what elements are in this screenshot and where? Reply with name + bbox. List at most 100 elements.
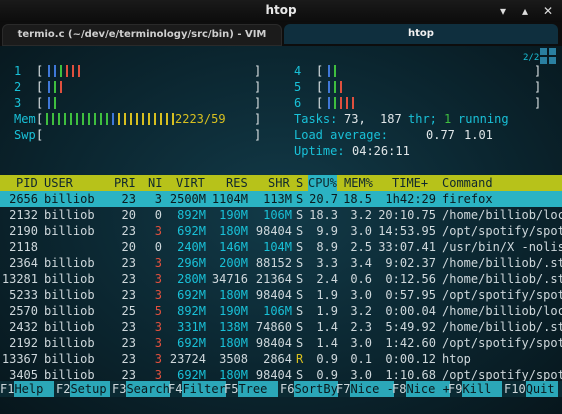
col-header-ni[interactable]: NI — [148, 175, 162, 191]
cpu-3-bar — [44, 95, 104, 111]
terminal-area[interactable]: 2/2 1 2 3 [ [ [ ] ] ] 4 5 6 [[[]]] … — [0, 46, 562, 414]
cell-mem: 3.2 — [350, 208, 372, 222]
cell-res: 190M — [219, 208, 248, 222]
cell-state: S — [296, 208, 304, 222]
col-header-s[interactable]: S — [296, 175, 303, 191]
cell-mem: 3.2 — [350, 304, 372, 318]
cpu-2-label: 2 — [14, 80, 22, 94]
tab-vim[interactable]: termio.c (~/dev/e/terminology/src/bin) -… — [2, 24, 282, 46]
cell-ni: 3 — [154, 288, 162, 302]
cell-user: billiob — [44, 352, 95, 366]
cell-mem: 3.0 — [350, 288, 372, 302]
table-row[interactable]: 2656 billiob 23 3 2500M 1104M 113M S 20.7 18.5 1h4… — [0, 191, 562, 207]
fkey-key: F7 — [336, 382, 351, 396]
cpu-1-bracket-close: ] — [254, 64, 262, 78]
cpu-1-bar — [44, 63, 104, 79]
fkey-label: Nice - — [350, 381, 394, 397]
col-header-pri[interactable]: PRI — [114, 175, 136, 191]
table-row[interactable]: 2570 billiob 25 5 892M 190M 106M S 1.9 3.2 0:00.04… — [0, 303, 562, 319]
cell-state: S — [296, 224, 304, 238]
table-row[interactable]: 13367 billiob 23 3 23724 3508 2864 R 0.9 0.1 0:00.… — [0, 351, 562, 367]
col-header-time[interactable]: TIME+ — [392, 175, 428, 191]
cell-command: /opt/spotify/spot — [442, 224, 562, 238]
cell-cpu: 1.9 — [316, 304, 338, 318]
window-title: htop — [265, 3, 297, 17]
cell-shr: 106M — [263, 304, 292, 318]
cell-mem: 3.0 — [350, 336, 372, 350]
col-header-virt[interactable]: VIRT — [176, 175, 205, 191]
table-row[interactable]: 2118 20 0 240M 146M 104M S 8.9 2.5 33:07.41/usr/b… — [0, 239, 562, 255]
tab-htop[interactable]: htop — [284, 24, 558, 44]
cell-time: 0:12.56 — [385, 272, 436, 286]
fkey-setup[interactable]: F2Setup — [56, 381, 111, 397]
process-table-header[interactable]: PID USER PRI NI VIRT RES SHR S CPU% MEM%… — [0, 175, 562, 191]
cell-state: S — [296, 192, 304, 206]
cell-time: 0:00.04 — [385, 304, 436, 318]
cpu-1-bracket-open: [ — [36, 64, 44, 78]
cell-pid: 2192 — [9, 336, 38, 350]
fkey-quit[interactable]: F10Quit — [504, 381, 559, 397]
cell-state: S — [296, 240, 304, 254]
table-row[interactable]: 5233 billiob 23 3 692M 180M 98404 S 1.9 3.0 0:57.9… — [0, 287, 562, 303]
fkey-nice[interactable]: F8Nice + — [392, 381, 450, 397]
fkey-sortby[interactable]: F6SortBy — [280, 381, 338, 397]
col-header-command[interactable]: Command — [442, 175, 493, 191]
cell-user: billiob — [44, 272, 95, 286]
threads-label: thr; — [408, 112, 437, 126]
cell-command: /home/billiob/loc — [442, 208, 562, 222]
cell-time: 20:10.75 — [378, 208, 436, 222]
cpu-5-bar — [324, 79, 384, 95]
load-average-label: Load average: — [294, 128, 388, 142]
cell-shr: 74860 — [255, 320, 292, 334]
cell-cpu: 1.4 — [316, 336, 338, 350]
cell-user: billiob — [44, 224, 95, 238]
fkey-key: F4 — [168, 382, 183, 396]
table-row[interactable]: 2132 billiob 20 0 892M 190M 106M S 18.3 3.2 20:10.… — [0, 207, 562, 223]
col-header-cpu[interactable]: CPU% — [308, 175, 337, 191]
cell-mem: 3.0 — [350, 224, 372, 238]
maximize-icon[interactable]: ▴ — [518, 4, 532, 18]
cell-cpu: 0.9 — [316, 352, 338, 366]
col-header-shr[interactable]: SHR — [268, 175, 290, 191]
col-header-pid[interactable]: PID — [16, 175, 38, 191]
cell-pid: 2118 — [9, 240, 38, 254]
cell-cpu: 8.9 — [316, 240, 338, 254]
cell-time: 1h42:29 — [385, 192, 436, 206]
cpu-2-bar — [44, 79, 104, 95]
terminal-window: htop ▾ ▴ ✕ termio.c (~/dev/e/terminology… — [0, 0, 562, 414]
tasks-label: Tasks: — [294, 112, 338, 126]
cell-state: S — [296, 304, 304, 318]
cell-time: 14:53.95 — [378, 224, 436, 238]
cell-virt: 331M — [177, 320, 206, 334]
table-row[interactable]: 2192 billiob 23 3 692M 180M 98404 S 1.4 3.0 1:42.6… — [0, 335, 562, 351]
cell-pid: 2432 — [9, 320, 38, 334]
col-header-mem[interactable]: MEM% — [344, 175, 373, 191]
close-icon[interactable]: ✕ — [541, 4, 555, 18]
cell-state: S — [296, 272, 304, 286]
table-row[interactable]: 2364 billiob 23 3 296M 200M 88152 S 3.3 3.4 9:02.3… — [0, 255, 562, 271]
col-header-res[interactable]: RES — [226, 175, 248, 191]
cell-shr: 21364 — [255, 272, 292, 286]
cell-mem: 3.4 — [350, 256, 372, 270]
load-average-1: 0.77 — [426, 128, 455, 142]
table-row[interactable]: 2190 billiob 23 3 692M 180M 98404 S 9.9 3.0 14:53.… — [0, 223, 562, 239]
load-average-2: 1.01 — [464, 128, 493, 142]
fkey-kill[interactable]: F9Kill — [448, 381, 503, 397]
cell-user: billiob — [44, 208, 95, 222]
cell-virt: 280M — [177, 272, 206, 286]
title-bar[interactable]: htop ▾ ▴ ✕ — [0, 0, 562, 22]
threads-value: 187 — [380, 112, 402, 126]
col-header-user[interactable]: USER — [44, 175, 73, 191]
table-row[interactable]: 13281 billiob 23 3 280M 34716 21364 S 2.4 0.6 0:12… — [0, 271, 562, 287]
fkey-help[interactable]: F1Help — [0, 381, 55, 397]
fkey-nice[interactable]: F7Nice - — [336, 381, 394, 397]
fkey-filter[interactable]: F4Filter — [168, 381, 226, 397]
minimize-icon[interactable]: ▾ — [496, 4, 510, 18]
cell-shr: 2864 — [263, 352, 292, 366]
fkey-tree[interactable]: F5Tree — [224, 381, 279, 397]
cell-ni: 0 — [154, 208, 162, 222]
cell-pri: 23 — [121, 288, 136, 302]
table-row[interactable]: 2432 billiob 23 3 331M 138M 74860 S 1.4 2.3 5:49.9… — [0, 319, 562, 335]
cell-ni: 3 — [154, 336, 162, 350]
fkey-search[interactable]: F3Search — [112, 381, 170, 397]
